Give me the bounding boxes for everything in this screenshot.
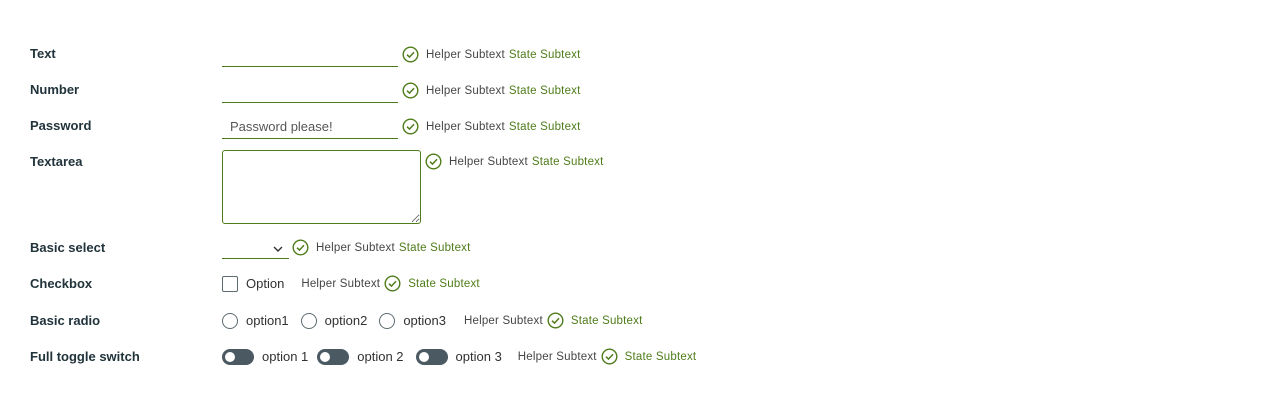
number-state: State Subtext — [508, 84, 581, 97]
number-helper: Helper Subtext — [426, 84, 505, 97]
checkbox-group: Option Helper Subtext State Subtext — [222, 275, 480, 292]
number-meta: Helper Subtext State Subtext — [402, 82, 581, 99]
password-state: State Subtext — [508, 120, 581, 133]
select-state: State Subtext — [398, 241, 471, 254]
radio-option1[interactable] — [222, 312, 238, 329]
radio-option2[interactable] — [300, 312, 317, 329]
check-circle-icon — [425, 153, 442, 170]
password-meta: Helper Subtext State Subtext — [402, 118, 581, 135]
checkbox-label: Checkbox — [30, 276, 93, 291]
textarea-label: Textarea — [30, 154, 83, 169]
text-label: Text — [30, 46, 56, 61]
check-circle-icon — [402, 46, 419, 63]
radio-option1-label[interactable]: option1 — [246, 313, 289, 328]
toggle-state: State Subtext — [624, 350, 697, 363]
number-input[interactable] — [222, 81, 398, 103]
toggle-switch-1[interactable] — [222, 348, 254, 365]
basic-select[interactable] — [222, 237, 289, 259]
chevron-down-icon — [273, 241, 283, 252]
check-circle-icon — [292, 239, 309, 256]
number-label: Number — [30, 82, 80, 97]
text-state: State Subtext — [508, 48, 581, 61]
radio-state: State Subtext — [570, 314, 643, 327]
password-helper: Helper Subtext — [426, 120, 505, 133]
check-circle-icon — [384, 275, 401, 292]
toggle-option-3-label[interactable]: option 3 — [456, 349, 502, 364]
toggle-option-1-label[interactable]: option 1 — [262, 349, 308, 364]
textarea-input[interactable] — [222, 150, 421, 224]
toggle-helper: Helper Subtext — [517, 350, 597, 363]
select-label: Basic select — [30, 240, 106, 255]
check-circle-icon — [402, 82, 419, 99]
text-helper: Helper Subtext — [426, 48, 505, 61]
select-meta: Helper Subtext State Subtext — [292, 239, 471, 256]
toggle-switch-3[interactable] — [415, 348, 448, 365]
checkbox-state: State Subtext — [408, 277, 480, 290]
text-meta: Helper Subtext State Subtext — [402, 46, 581, 63]
toggle-option-2-label[interactable]: option 2 — [357, 349, 403, 364]
toggle-group: option 1 option 2 option 3 Helper Subtex… — [222, 348, 696, 365]
check-circle-icon — [601, 348, 618, 365]
textarea-helper: Helper Subtext — [449, 155, 528, 168]
radio-helper: Helper Subtext — [463, 314, 543, 327]
option-checkbox[interactable] — [222, 275, 238, 292]
radio-option3-label[interactable]: option3 — [403, 313, 446, 328]
toggle-label: Full toggle switch — [30, 349, 140, 364]
radio-option2-label[interactable]: option2 — [325, 313, 368, 328]
textarea-meta: Helper Subtext State Subtext — [425, 153, 604, 170]
check-circle-icon — [547, 312, 564, 329]
select-helper: Helper Subtext — [316, 241, 395, 254]
checkbox-option-label[interactable]: Option — [246, 276, 284, 291]
textarea-state: State Subtext — [531, 155, 604, 168]
check-circle-icon — [402, 118, 419, 135]
radio-group: option1 option2 option3 Helper Subtext S… — [222, 312, 643, 329]
password-input[interactable] — [222, 115, 398, 139]
radio-label: Basic radio — [30, 313, 101, 328]
checkbox-helper: Helper Subtext — [301, 277, 381, 290]
toggle-switch-2[interactable] — [317, 348, 350, 365]
text-input[interactable] — [222, 45, 398, 67]
radio-option3[interactable] — [379, 312, 396, 329]
password-label: Password — [30, 118, 92, 133]
